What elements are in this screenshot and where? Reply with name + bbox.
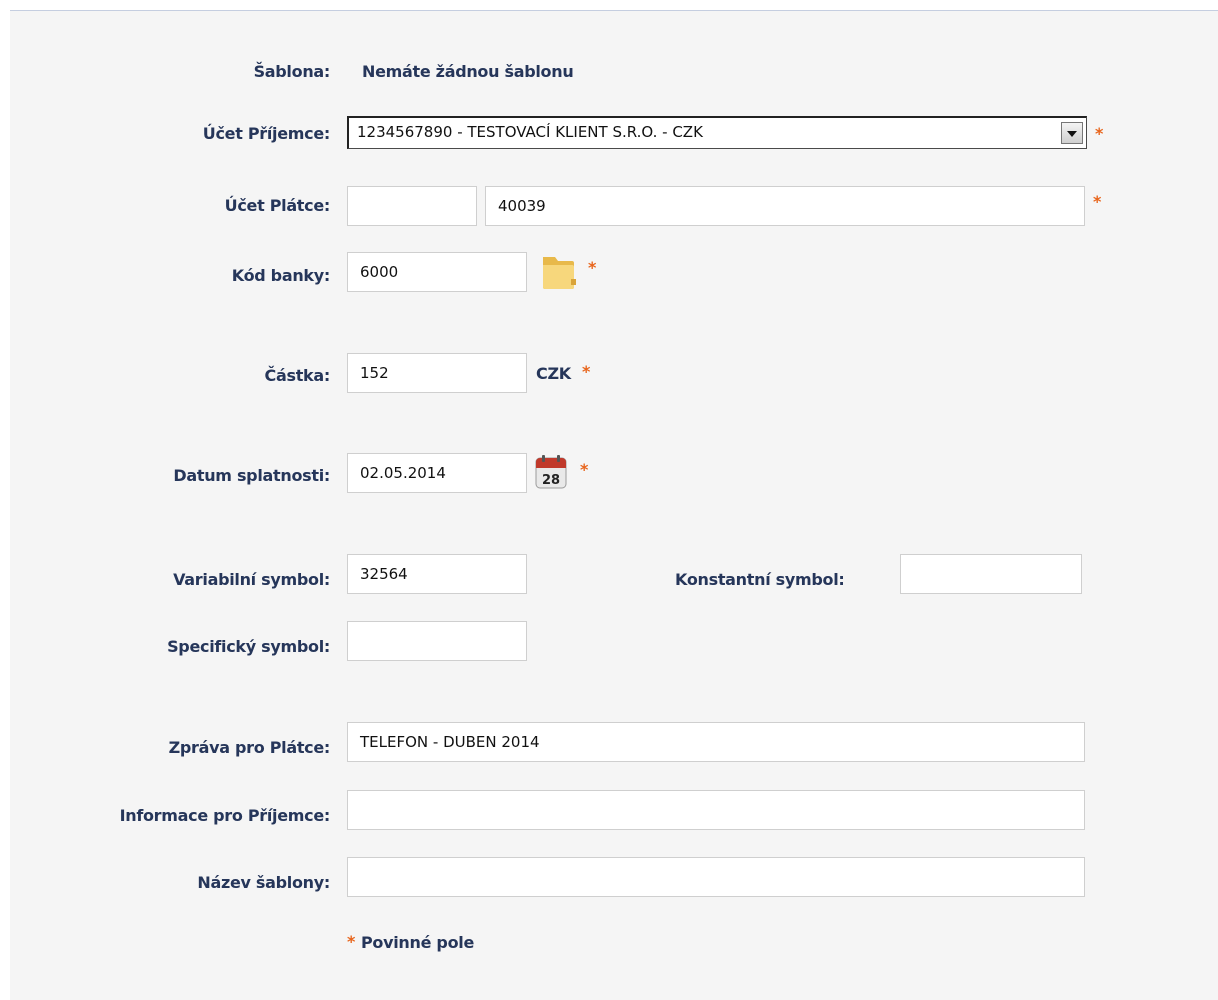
specific-symbol-label: Specifický symbol: — [167, 637, 330, 656]
chevron-down-icon[interactable] — [1061, 122, 1083, 144]
calendar-day-text: 28 — [542, 473, 560, 488]
amount-label: Částka: — [264, 366, 331, 385]
info-recipient-label: Informace pro Příjemce: — [119, 806, 331, 825]
folder-icon[interactable] — [541, 253, 577, 291]
required-marker: * — [582, 362, 591, 381]
recipient-account-label: Účet Příjemce: — [202, 124, 331, 143]
required-marker: * — [1095, 124, 1104, 143]
variable-symbol-label: Variabilní symbol: — [173, 570, 330, 589]
payer-account-number-input[interactable]: 40039 — [485, 186, 1085, 226]
required-marker: * — [1093, 192, 1102, 211]
payer-account-prefix-input[interactable] — [347, 186, 477, 226]
recipient-account-selected: 1234567890 - TESTOVACÍ KLIENT S.R.O. - C… — [357, 123, 703, 141]
currency-label: CZK — [536, 364, 571, 383]
calendar-icon[interactable]: 28 — [534, 454, 568, 490]
required-marker: * — [588, 258, 597, 277]
due-date-input[interactable]: 02.05.2014 — [347, 453, 527, 493]
bank-code-input[interactable]: 6000 — [347, 252, 527, 292]
due-date-label: Datum splatnosti: — [173, 466, 330, 485]
payer-account-label: Účet Plátce: — [224, 196, 331, 215]
constant-symbol-label: Konstantní symbol: — [675, 570, 845, 589]
bank-code-label: Kód banky: — [231, 266, 331, 285]
template-label: Šablona: — [253, 62, 331, 81]
constant-symbol-input[interactable] — [900, 554, 1082, 594]
message-payer-label: Zpráva pro Plátce: — [168, 738, 331, 757]
required-marker: * — [580, 460, 589, 479]
variable-symbol-input[interactable]: 32564 — [347, 554, 527, 594]
required-marker: * — [347, 932, 356, 951]
amount-input[interactable]: 152 — [347, 353, 527, 393]
required-note: Povinné pole — [361, 933, 475, 952]
payment-form-panel — [10, 10, 1218, 1000]
info-recipient-input[interactable] — [347, 790, 1085, 830]
recipient-account-select[interactable]: 1234567890 - TESTOVACÍ KLIENT S.R.O. - C… — [347, 116, 1087, 149]
specific-symbol-input[interactable] — [347, 621, 527, 661]
template-name-input[interactable] — [347, 857, 1085, 897]
message-payer-input[interactable]: TELEFON - DUBEN 2014 — [347, 722, 1085, 762]
template-name-label: Název šablony: — [197, 873, 330, 892]
template-value: Nemáte žádnou šablonu — [362, 62, 574, 81]
